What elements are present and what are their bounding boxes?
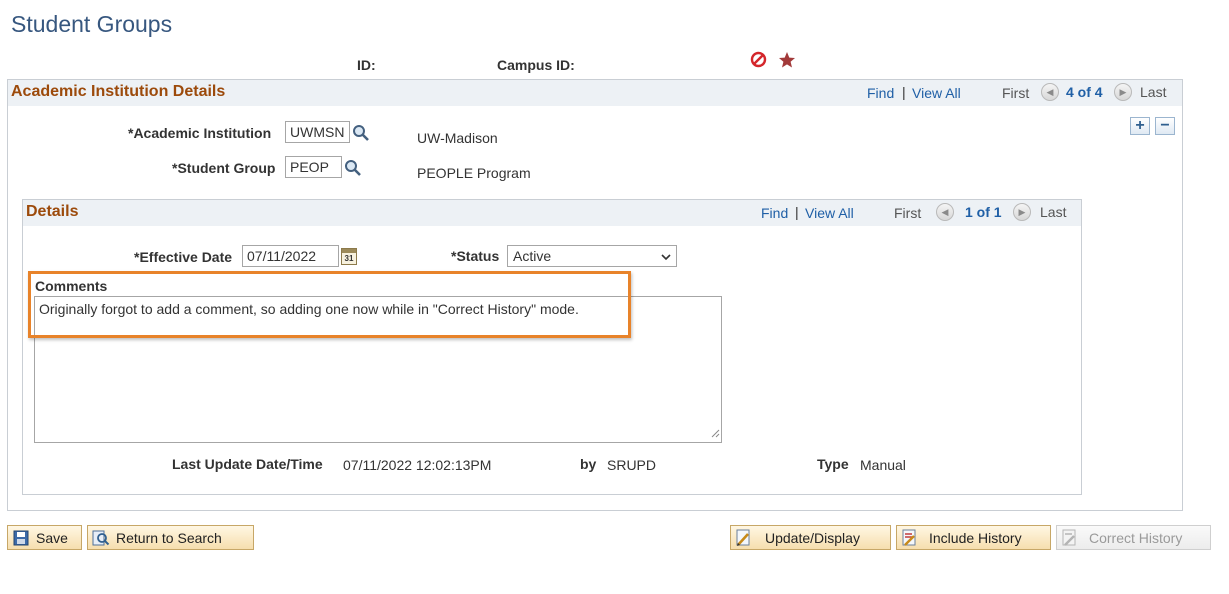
no-entry-icon bbox=[750, 51, 767, 71]
history-page-icon bbox=[901, 529, 919, 547]
edit-page-icon bbox=[735, 529, 753, 547]
details-header bbox=[23, 200, 1081, 226]
academic-institution-title: Academic Institution Details bbox=[11, 83, 226, 100]
id-label: ID: bbox=[357, 57, 376, 73]
find-link[interactable]: Find bbox=[761, 205, 788, 221]
return-to-search-button[interactable]: Return to Search bbox=[87, 525, 254, 550]
previous-row-button[interactable]: ◀ bbox=[936, 203, 954, 221]
status-value: Active bbox=[513, 248, 552, 264]
last-label: Last bbox=[1140, 84, 1167, 100]
last-update-label: Last Update Date/Time bbox=[172, 456, 323, 472]
effective-date-label: *Effective Date bbox=[134, 249, 233, 265]
floppy-disk-icon bbox=[12, 529, 30, 547]
view-all-link[interactable]: View All bbox=[912, 85, 961, 101]
status-select[interactable]: Active bbox=[507, 245, 677, 267]
include-history-label: Include History bbox=[929, 529, 1022, 546]
arrow-left-icon: ◀ bbox=[941, 206, 949, 217]
chevron-down-icon bbox=[660, 250, 672, 266]
row-count: 4 of 4 bbox=[1066, 84, 1103, 100]
separator: | bbox=[795, 204, 799, 220]
updated-by-value: SRUPD bbox=[607, 457, 657, 473]
view-all-link[interactable]: View All bbox=[805, 205, 854, 221]
save-label: Save bbox=[36, 529, 68, 546]
arrow-right-icon: ▶ bbox=[1119, 86, 1127, 97]
find-link[interactable]: Find bbox=[867, 85, 894, 101]
update-display-label: Update/Display bbox=[765, 529, 860, 546]
page-title: Student Groups bbox=[11, 11, 173, 37]
first-label: First bbox=[1002, 85, 1030, 101]
first-label: First bbox=[894, 205, 922, 221]
academic-institution-input[interactable]: UWMSN bbox=[285, 121, 350, 143]
student-group-label: *Student Group bbox=[172, 160, 276, 176]
last-label: Last bbox=[1040, 204, 1067, 220]
add-row-button[interactable]: + bbox=[1130, 117, 1150, 135]
correct-history-icon bbox=[1061, 529, 1079, 547]
correct-history-label: Correct History bbox=[1089, 529, 1183, 546]
updated-by-label: by bbox=[580, 456, 597, 472]
arrow-left-icon: ◀ bbox=[1046, 86, 1054, 97]
lookup-icon[interactable] bbox=[344, 159, 362, 180]
delete-row-button[interactable]: − bbox=[1155, 117, 1175, 135]
include-history-button[interactable]: Include History bbox=[896, 525, 1051, 550]
highlight-box bbox=[28, 271, 631, 338]
next-row-button[interactable]: ▶ bbox=[1013, 203, 1031, 221]
type-value: Manual bbox=[860, 457, 906, 473]
calendar-icon[interactable]: 31 bbox=[341, 248, 357, 265]
academic-institution-label: *Academic Institution bbox=[128, 125, 272, 141]
save-button[interactable]: Save bbox=[7, 525, 82, 550]
correct-history-button: Correct History bbox=[1056, 525, 1211, 550]
type-label: Type bbox=[817, 456, 849, 472]
last-update-value: 07/11/2022 12:02:13PM bbox=[343, 457, 492, 473]
student-group-input[interactable]: PEOP bbox=[285, 156, 342, 178]
separator: | bbox=[902, 84, 906, 100]
academic-institution-description: UW-Madison bbox=[417, 130, 498, 146]
search-page-icon bbox=[92, 529, 110, 547]
update-display-button[interactable]: Update/Display bbox=[730, 525, 891, 550]
resize-handle-icon[interactable] bbox=[711, 425, 720, 441]
star-icon bbox=[778, 51, 796, 72]
next-row-button[interactable]: ▶ bbox=[1114, 83, 1132, 101]
student-group-description: PEOPLE Program bbox=[417, 165, 531, 181]
lookup-icon[interactable] bbox=[352, 124, 370, 145]
calendar-day: 31 bbox=[344, 254, 354, 263]
campus-id-label: Campus ID: bbox=[497, 57, 575, 73]
effective-date-input[interactable]: 07/11/2022 bbox=[242, 245, 339, 267]
details-title: Details bbox=[26, 203, 79, 220]
status-label: *Status bbox=[451, 248, 500, 264]
return-to-search-label: Return to Search bbox=[116, 529, 222, 546]
arrow-right-icon: ▶ bbox=[1018, 206, 1026, 217]
previous-row-button[interactable]: ◀ bbox=[1041, 83, 1059, 101]
row-count: 1 of 1 bbox=[965, 204, 1002, 220]
